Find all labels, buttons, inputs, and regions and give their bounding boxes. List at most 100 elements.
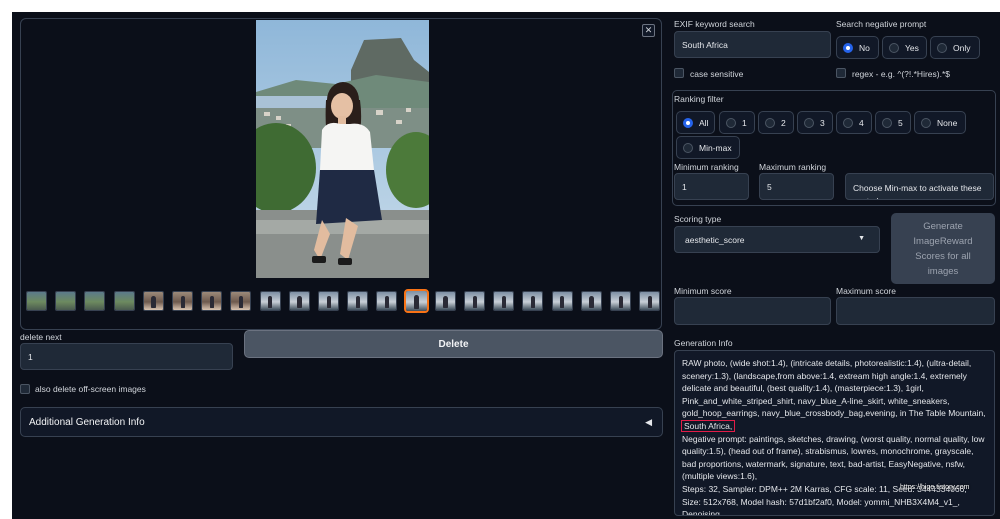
thumbnail-figure [413, 295, 419, 309]
negative-prompt-label: Search negative prompt [836, 19, 927, 29]
radio-label: 2 [781, 117, 786, 128]
thumbnail[interactable] [493, 291, 515, 311]
negative-option-no[interactable]: No [836, 36, 879, 59]
thumbnail-figure [589, 295, 594, 309]
thumbnail[interactable] [610, 291, 631, 311]
maximum-score-label: Maximum score [836, 286, 896, 296]
thumbnail-figure [326, 295, 331, 309]
thumbnail-figure [560, 295, 565, 309]
ranking-option-1[interactable]: 1 [719, 111, 755, 134]
ranking-option-all[interactable]: All [676, 111, 715, 134]
radio-dot-icon [937, 42, 947, 53]
thumbnail[interactable] [288, 291, 310, 311]
radio-dot-icon [843, 42, 853, 53]
thumbnail[interactable] [230, 291, 252, 311]
search-match-highlight: South Africa, [680, 419, 736, 432]
offscreen-label: also delete off-screen images [35, 384, 146, 394]
thumbnail-figure [501, 295, 506, 309]
exif-search-input[interactable]: South Africa [674, 31, 831, 58]
radio-label: No [859, 42, 870, 53]
generate-imagereward-button[interactable]: Generate ImageReward Scores for all imag… [891, 213, 995, 284]
thumbnail[interactable] [347, 291, 369, 311]
thumbnail-figure [355, 295, 360, 309]
thumbnail[interactable] [26, 291, 47, 311]
generation-info-text[interactable]: RAW photo, (wide shot:1.4), (intricate d… [674, 350, 995, 516]
negative-option-only[interactable]: Only [930, 36, 980, 59]
ranking-option-4[interactable]: 4 [836, 111, 872, 134]
app-window: ✕ delete next 1 Delete also delete off-s… [12, 12, 1000, 519]
delete-next-input[interactable]: 1 [20, 343, 233, 370]
thumbnail-selected[interactable] [403, 289, 429, 313]
thumbnail[interactable] [464, 291, 485, 311]
thumbnail-figure [530, 295, 536, 309]
main-preview-image[interactable] [256, 20, 429, 278]
thumbnail[interactable] [55, 291, 77, 311]
regex-checkbox[interactable] [836, 68, 846, 78]
minimum-score-label: Minimum score [674, 286, 732, 296]
additional-info-accordion[interactable]: Additional Generation Info ◀ [20, 407, 663, 437]
radio-label: 1 [742, 117, 747, 128]
thumbnail[interactable] [142, 291, 164, 311]
additional-info-label: Additional Generation Info [29, 416, 145, 428]
radio-label: 3 [820, 117, 825, 128]
radio-label: Yes [905, 42, 919, 53]
thumbnail-strip [24, 289, 661, 316]
thumbnail-figure [472, 295, 477, 309]
minimum-ranking-input[interactable]: 1 [674, 173, 749, 200]
radio-dot-icon [683, 142, 693, 153]
ranking-option-min-max[interactable]: Min-max [676, 136, 740, 159]
radio-label: 5 [898, 117, 903, 128]
radio-dot-icon [765, 117, 775, 128]
collapse-caret-icon: ◀ [645, 417, 652, 427]
radio-label: Min-max [699, 142, 732, 153]
minimum-score-input[interactable] [674, 297, 831, 325]
offscreen-checkbox[interactable] [20, 384, 30, 394]
close-preview-button[interactable]: ✕ [642, 24, 655, 37]
thumbnail[interactable] [259, 291, 281, 311]
thumbnail[interactable] [201, 291, 223, 311]
negative-prompt-text: Negative prompt: paintings, sketches, dr… [682, 433, 985, 482]
scoring-type-select[interactable]: aesthetic_score ▼ [674, 226, 880, 253]
maximum-ranking-input[interactable]: 5 [759, 173, 834, 200]
thumbnail-image [27, 292, 46, 310]
thumbnail-figure [238, 295, 244, 309]
thumbnail-figure [151, 295, 156, 309]
thumbnail-figure [618, 295, 623, 309]
ranking-option-none[interactable]: None [914, 111, 966, 134]
thumbnail[interactable] [639, 291, 661, 311]
radio-dot-icon [882, 117, 892, 128]
chevron-down-icon: ▼ [858, 235, 865, 242]
thumbnail-image [114, 292, 134, 310]
radio-dot-icon [843, 117, 853, 128]
minimum-ranking-label: Minimum ranking [674, 162, 739, 172]
scoring-type-value: aesthetic_score [685, 234, 745, 245]
thumbnail[interactable] [84, 291, 106, 311]
prompt-text: RAW photo, (wide shot:1.4), (intricate d… [682, 358, 986, 419]
thumbnail-figure [209, 295, 214, 309]
thumbnail[interactable] [434, 291, 456, 311]
thumbnail-image [56, 292, 76, 310]
thumbnail[interactable] [113, 291, 135, 311]
thumbnail[interactable] [551, 291, 573, 311]
radio-label: 4 [859, 117, 864, 128]
radio-dot-icon [683, 117, 693, 128]
delete-next-label: delete next [20, 332, 62, 342]
image-gallery: ✕ [20, 18, 662, 330]
thumbnail[interactable] [580, 291, 602, 311]
thumbnail-figure [297, 295, 302, 309]
thumbnail[interactable] [522, 291, 544, 311]
case-sensitive-checkbox[interactable] [674, 68, 684, 78]
radio-dot-icon [804, 117, 814, 128]
delete-button[interactable]: Delete [244, 330, 663, 358]
ranking-option-3[interactable]: 3 [797, 111, 833, 134]
radio-dot-icon [726, 117, 736, 128]
negative-option-yes[interactable]: Yes [882, 36, 927, 59]
thumbnail[interactable] [376, 291, 398, 311]
ranking-option-5[interactable]: 5 [875, 111, 911, 134]
maximum-score-input[interactable] [836, 297, 995, 325]
radio-label: Only [953, 42, 971, 53]
min-max-hint: Choose Min-max to activate these control… [845, 173, 994, 200]
thumbnail[interactable] [172, 291, 193, 311]
ranking-option-2[interactable]: 2 [758, 111, 794, 134]
thumbnail[interactable] [318, 291, 339, 311]
